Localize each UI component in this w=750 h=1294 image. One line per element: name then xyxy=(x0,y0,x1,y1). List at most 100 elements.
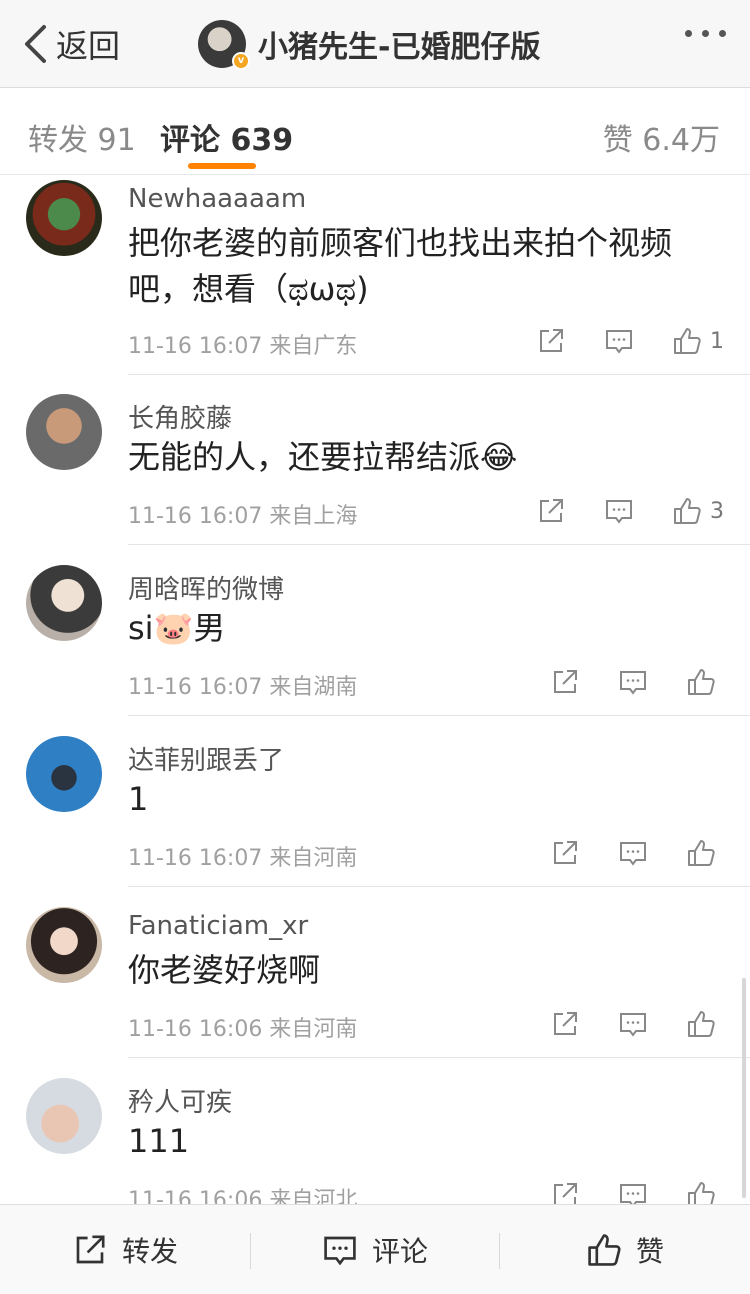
comment-text: 把你老婆的前顾客们也找出来拍个视频吧，想看（ಥωಥ) xyxy=(128,224,673,308)
bottom-toolbar: 转发 评论 赞 xyxy=(0,1204,750,1294)
like-count: 1 xyxy=(710,328,724,354)
avatar[interactable] xyxy=(26,907,102,983)
thumbs-up-icon xyxy=(674,498,701,524)
like-toolbar-button[interactable]: 赞 xyxy=(500,1205,750,1294)
share-icon xyxy=(540,329,563,352)
comment-actions xyxy=(512,838,724,868)
comment-username[interactable]: 矜人可疾 xyxy=(128,1082,232,1119)
avatar[interactable] xyxy=(26,180,102,256)
comment-button[interactable] xyxy=(618,667,648,697)
tab-bar: 转发 91 评论 639 赞 6.4万 xyxy=(0,89,750,175)
comment-item: 周晗晖的微博 si🐷男 11-16 16:07 来自湖南 xyxy=(0,561,750,732)
repost-label: 转发 xyxy=(121,1234,178,1268)
divider xyxy=(128,1057,750,1058)
divider xyxy=(128,886,750,887)
post-author[interactable]: v 小猪先生-已婚肥仔版 xyxy=(198,18,540,70)
back-label: 返回 xyxy=(56,27,121,65)
share-button[interactable] xyxy=(536,326,566,356)
avatar[interactable] xyxy=(26,1078,102,1154)
comment-button[interactable] xyxy=(618,838,648,868)
comment-icon xyxy=(620,1013,646,1037)
like-button[interactable]: 3 xyxy=(672,496,724,526)
comment-icon xyxy=(606,500,632,524)
comment-button[interactable] xyxy=(604,326,634,356)
comment-icon xyxy=(620,1184,646,1204)
page-title: 小猪先生-已婚肥仔版 xyxy=(258,30,541,65)
like-button[interactable] xyxy=(686,838,724,868)
avatar[interactable] xyxy=(26,565,102,641)
comment-username[interactable]: Newhaaaaam xyxy=(128,184,306,214)
author-avatar: v xyxy=(198,20,250,70)
tab-repost[interactable]: 转发 91 xyxy=(28,115,136,159)
toolbar-divider xyxy=(250,1233,251,1269)
chevron-left-icon xyxy=(25,25,46,63)
avatar[interactable] xyxy=(26,394,102,470)
thumbs-up-icon xyxy=(588,1233,621,1266)
thumbs-up-icon xyxy=(688,1011,715,1037)
comment-item: 长角胶藤 无能的人，还要拉帮结派😂 11-16 16:07 来自上海 3 xyxy=(0,390,750,561)
share-button[interactable] xyxy=(550,838,580,868)
comment-location: 来自河南 xyxy=(269,1017,358,1042)
comment-location: 来自湖南 xyxy=(269,675,358,700)
comment-username[interactable]: Fanaticiam_xr xyxy=(128,911,308,941)
comment-meta: 11-16 16:07 来自湖南 xyxy=(128,669,357,701)
divider xyxy=(128,544,750,545)
more-button[interactable] xyxy=(685,30,726,37)
comment-time: 11-16 16:07 xyxy=(128,846,263,871)
comment-text: 111 xyxy=(128,1122,190,1160)
comment-text: 1 xyxy=(128,780,149,818)
comment-toolbar-button[interactable]: 评论 xyxy=(250,1205,500,1294)
like-button[interactable] xyxy=(686,1180,724,1204)
thumbs-up-icon xyxy=(688,840,715,866)
comment-icon xyxy=(620,671,646,695)
comment-button[interactable] xyxy=(618,1009,648,1039)
like-label: 赞 xyxy=(635,1234,664,1268)
comment-actions xyxy=(512,1009,724,1039)
divider xyxy=(128,715,750,716)
comment-icon xyxy=(620,842,646,866)
comment-actions: 3 xyxy=(498,496,724,526)
repost-button[interactable]: 转发 xyxy=(0,1205,250,1294)
like-button[interactable] xyxy=(686,667,724,697)
more-dots-icon xyxy=(685,30,692,37)
like-count: 3 xyxy=(710,498,724,524)
comment-button[interactable] xyxy=(604,496,634,526)
comment-location: 来自广东 xyxy=(269,334,358,359)
like-button[interactable]: 1 xyxy=(672,326,724,356)
comment-list: Newhaaaaam 把你老婆的前顾客们也找出来拍个视频吧，想看（ಥωಥ) 11… xyxy=(0,176,750,1204)
verified-badge: v xyxy=(232,52,250,70)
comment-text: 无能的人，还要拉帮结派😂 xyxy=(128,438,518,476)
nav-bar: 返回 v 小猪先生-已婚肥仔版 xyxy=(0,0,750,88)
share-button[interactable] xyxy=(550,1009,580,1039)
comment-username[interactable]: 周晗晖的微博 xyxy=(128,569,284,606)
back-button[interactable]: 返回 xyxy=(22,22,120,66)
comment-time: 11-16 16:07 xyxy=(128,504,263,529)
comment-time: 11-16 16:07 xyxy=(128,675,263,700)
comment-location: 来自上海 xyxy=(269,504,358,529)
share-icon xyxy=(540,499,563,522)
comment-location: 来自河北 xyxy=(269,1188,358,1204)
comment-time: 11-16 16:06 xyxy=(128,1017,263,1042)
comment-actions xyxy=(512,1180,724,1204)
avatar[interactable] xyxy=(26,736,102,812)
share-button[interactable] xyxy=(550,667,580,697)
comment-text: 你老婆好烧啊 xyxy=(128,951,321,989)
share-icon xyxy=(76,1234,105,1263)
comment-location: 来自河南 xyxy=(269,846,358,871)
comment-item: Fanaticiam_xr 你老婆好烧啊 11-16 16:06 来自河南 xyxy=(0,903,750,1074)
comment-meta: 11-16 16:06 来自河北 xyxy=(128,1182,357,1204)
comment-button[interactable] xyxy=(618,1180,648,1204)
share-button[interactable] xyxy=(550,1180,580,1204)
tab-like[interactable]: 赞 6.4万 xyxy=(603,115,720,159)
share-icon xyxy=(554,670,577,693)
tab-comment[interactable]: 评论 639 xyxy=(160,115,293,159)
comment-username[interactable]: 长角胶藤 xyxy=(128,398,232,435)
comment-icon xyxy=(606,330,632,354)
share-button[interactable] xyxy=(536,496,566,526)
comment-item: Newhaaaaam 把你老婆的前顾客们也找出来拍个视频吧，想看（ಥωಥ) 11… xyxy=(0,176,750,375)
scrollbar[interactable] xyxy=(742,978,746,1198)
like-button[interactable] xyxy=(686,1009,724,1039)
share-icon xyxy=(554,1012,577,1035)
share-icon xyxy=(554,841,577,864)
comment-username[interactable]: 达菲别跟丢了 xyxy=(128,740,284,777)
